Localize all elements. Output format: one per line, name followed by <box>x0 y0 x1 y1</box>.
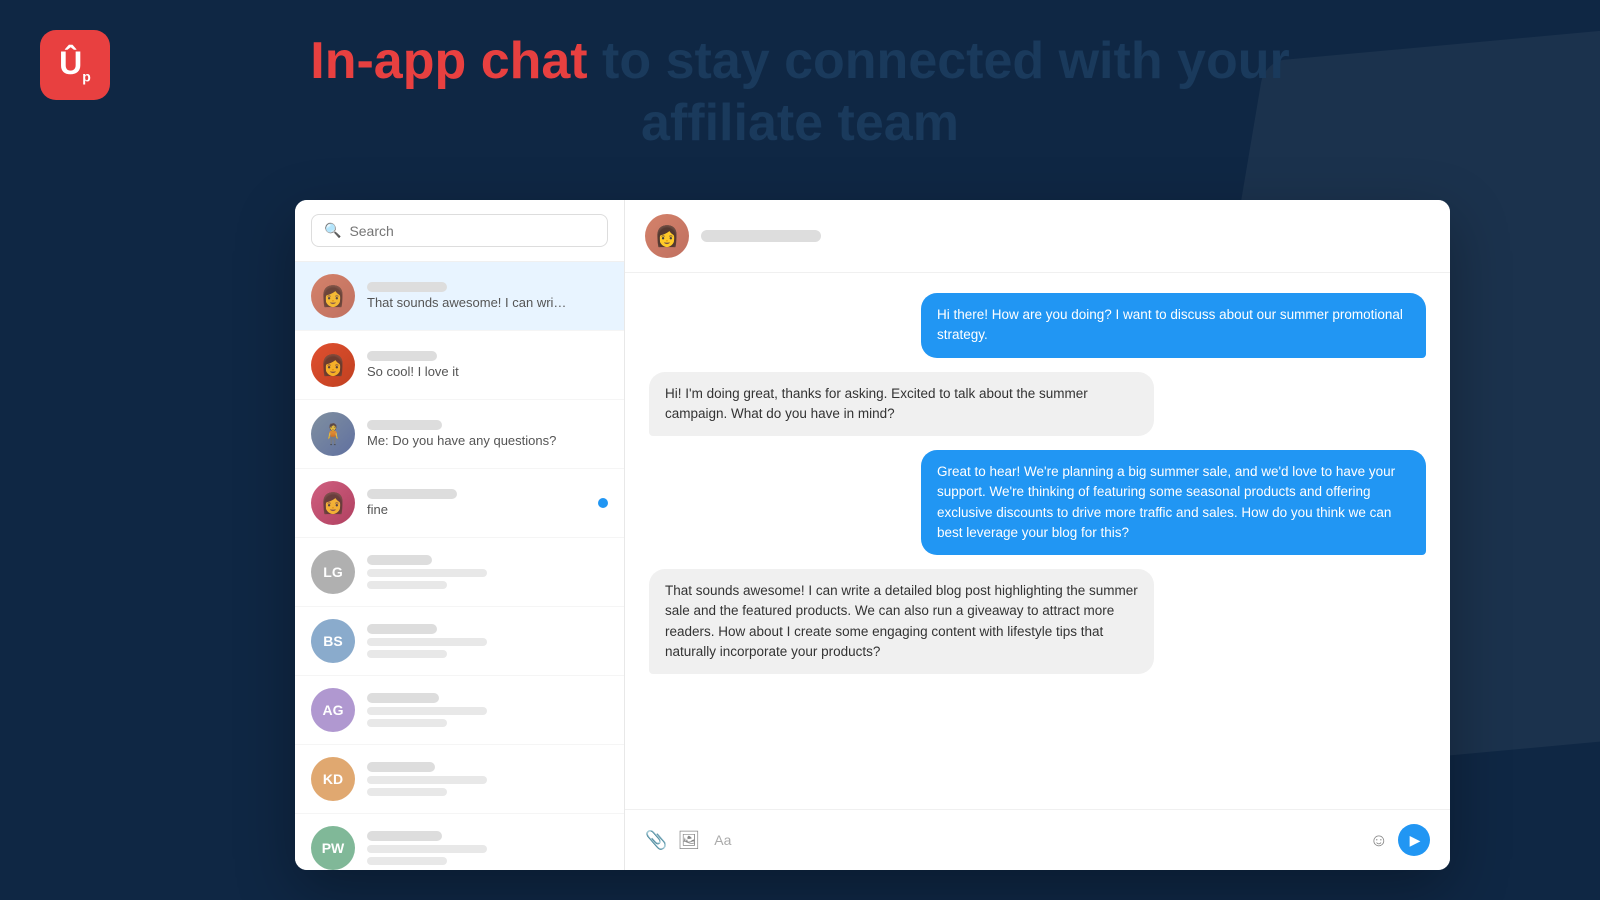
contact-message-bar <box>367 707 487 715</box>
contact-info <box>367 693 608 727</box>
chat-input-bar: 📎 🖼 Aa ☺ ▶ <box>625 809 1450 870</box>
emoji-icon[interactable]: ☺ <box>1370 830 1388 851</box>
attachment-icon[interactable]: 📎 <box>645 830 667 851</box>
contact-name-row <box>367 831 608 841</box>
message-input-placeholder[interactable]: Aa <box>714 832 1355 848</box>
send-arrow-icon: ▶ <box>1410 832 1421 849</box>
contact-message: fine <box>367 502 567 517</box>
contacts-list[interactable]: 👩 That sounds awesome! I can write a... … <box>295 262 624 870</box>
contact-name-bar <box>367 420 442 430</box>
contact-message-bar <box>367 776 487 784</box>
contact-item[interactable]: AG <box>295 676 624 745</box>
contact-info <box>367 555 608 589</box>
contact-name-row <box>367 282 608 292</box>
header-accent-text: In-app chat <box>310 32 587 90</box>
search-icon: 🔍 <box>324 222 341 239</box>
message-received: Hi! I'm doing great, thanks for asking. … <box>649 372 1154 437</box>
contact-message: That sounds awesome! I can write a... <box>367 295 567 310</box>
contact-info <box>367 762 608 796</box>
contact-name-bar <box>367 489 457 499</box>
avatar: 👩 <box>311 274 355 318</box>
contact-item[interactable]: 👩 That sounds awesome! I can write a... <box>295 262 624 331</box>
contact-message-bar2 <box>367 719 447 727</box>
contact-message-bar2 <box>367 650 447 658</box>
search-input-wrap[interactable]: 🔍 <box>311 214 608 247</box>
contact-info: That sounds awesome! I can write a... <box>367 282 608 310</box>
contact-name-bar <box>367 762 435 772</box>
contact-message-bar2 <box>367 581 447 589</box>
contact-info: So cool! I love it <box>367 351 608 379</box>
contact-message: Me: Do you have any questions? <box>367 433 567 448</box>
contact-name-row <box>367 351 608 361</box>
messages-area[interactable]: Hi there! How are you doing? I want to d… <box>625 273 1450 809</box>
search-input[interactable] <box>349 223 595 239</box>
contact-item[interactable]: LG <box>295 538 624 607</box>
send-button[interactable]: ▶ <box>1398 824 1430 856</box>
contact-message-bar <box>367 638 487 646</box>
contact-name-bar <box>367 282 447 292</box>
message-sent: Hi there! How are you doing? I want to d… <box>921 293 1426 358</box>
contact-name-bar <box>367 555 432 565</box>
contact-name-row <box>367 693 608 703</box>
contact-message-bar <box>367 569 487 577</box>
input-toolbar-icons: 📎 🖼 <box>645 830 700 851</box>
chat-header-name-bar <box>701 230 821 242</box>
contact-info: Me: Do you have any questions? <box>367 420 608 448</box>
chat-header: 👩 <box>625 200 1450 273</box>
avatar: AG <box>311 688 355 732</box>
avatar: 👩 <box>311 343 355 387</box>
contact-item[interactable]: 👩 So cool! I love it <box>295 331 624 400</box>
contact-message: So cool! I love it <box>367 364 567 379</box>
contact-info <box>367 831 608 865</box>
chat-container: 🔍 👩 That sounds awesome! I can write a..… <box>295 200 1450 870</box>
contact-item[interactable]: 👩 fine <box>295 469 624 538</box>
contact-item[interactable]: KD <box>295 745 624 814</box>
contact-item[interactable]: 🧍 Me: Do you have any questions? <box>295 400 624 469</box>
contact-item[interactable]: PW <box>295 814 624 870</box>
avatar: 🧍 <box>311 412 355 456</box>
contact-name-row <box>367 555 608 565</box>
image-icon[interactable]: 🖼 <box>677 830 700 851</box>
contact-name-row <box>367 489 608 499</box>
contact-info <box>367 624 608 658</box>
contact-item[interactable]: BS <box>295 607 624 676</box>
chat-main: 👩 Hi there! How are you doing? I want to… <box>625 200 1450 870</box>
contact-name-row <box>367 420 608 430</box>
header-rest-text: to stay connected with your <box>588 32 1290 90</box>
avatar: LG <box>311 550 355 594</box>
contact-message-bar <box>367 845 487 853</box>
contact-name-bar <box>367 831 442 841</box>
avatar: PW <box>311 826 355 870</box>
contact-name-bar <box>367 351 437 361</box>
contact-name-row <box>367 624 608 634</box>
contact-message-bar2 <box>367 857 447 865</box>
chat-header-avatar: 👩 <box>645 214 689 258</box>
contact-name-bar <box>367 693 439 703</box>
search-bar: 🔍 <box>295 200 624 262</box>
contact-name-row <box>367 762 608 772</box>
page-header: In-app chat to stay connected with your … <box>0 30 1600 155</box>
message-sent: Great to hear! We're planning a big summ… <box>921 450 1426 555</box>
contacts-sidebar: 🔍 👩 That sounds awesome! I can write a..… <box>295 200 625 870</box>
avatar: 👩 <box>311 481 355 525</box>
input-right-icons: ☺ ▶ <box>1370 824 1430 856</box>
header-line2: affiliate team <box>0 92 1600 154</box>
avatar: KD <box>311 757 355 801</box>
message-received: That sounds awesome! I can write a detai… <box>649 569 1154 674</box>
contact-name-bar <box>367 624 437 634</box>
contact-info: fine <box>367 489 608 517</box>
header-line1: In-app chat to stay connected with your <box>0 30 1600 92</box>
avatar: BS <box>311 619 355 663</box>
unread-indicator <box>598 498 608 508</box>
contact-message-bar2 <box>367 788 447 796</box>
